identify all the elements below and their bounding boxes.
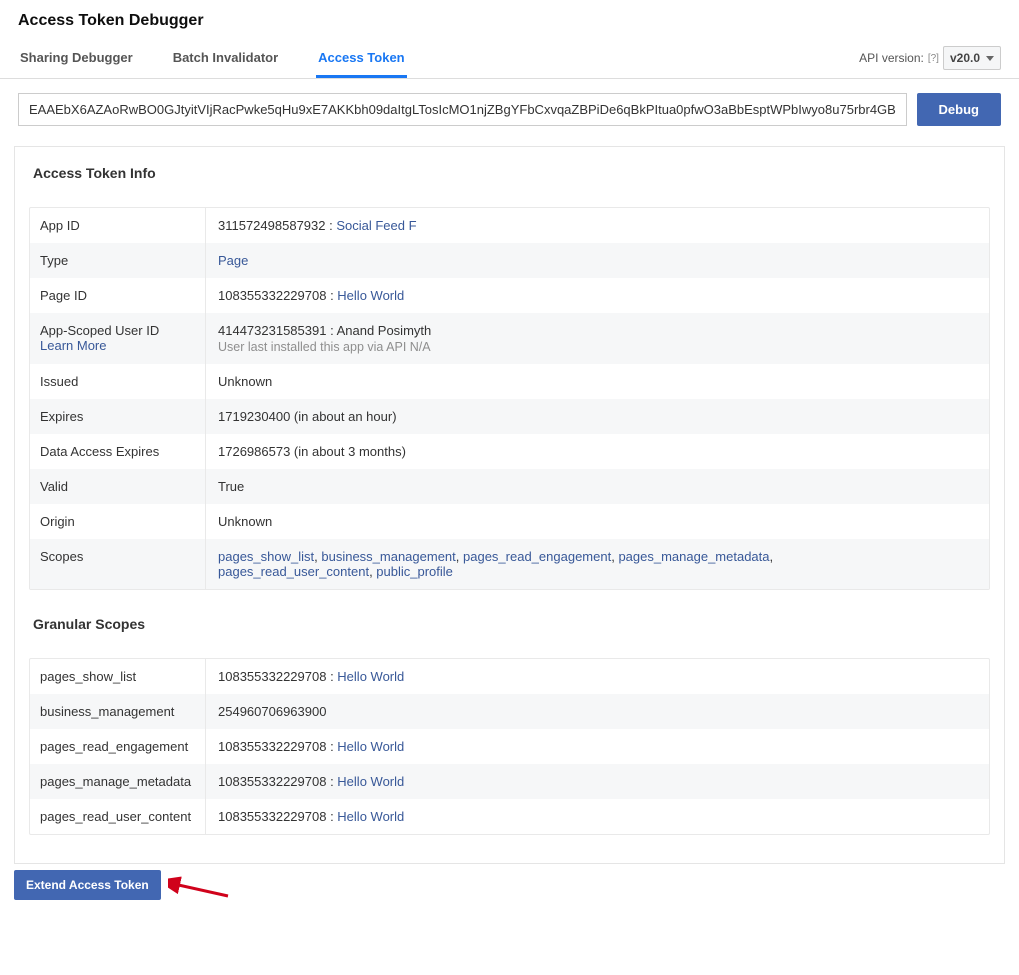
access-token-info-table: App ID 311572498587932 : Social Feed F T…	[29, 207, 990, 590]
granular-scope-value: 108355332229708 : Hello World	[206, 659, 989, 694]
label-app-id: App ID	[30, 208, 206, 243]
label-expires: Expires	[30, 399, 206, 434]
scope-link[interactable]: pages_read_engagement	[463, 549, 611, 564]
granular-scope-value: 108355332229708 : Hello World	[206, 764, 989, 799]
learn-more-link[interactable]: Learn More	[40, 338, 106, 353]
tab-batch-invalidator[interactable]: Batch Invalidator	[171, 38, 280, 78]
api-version-area: API version: [?] v20.0	[859, 46, 1001, 78]
app-name-link[interactable]: Social Feed F	[336, 218, 416, 233]
section-title-granular-scopes: Granular Scopes	[29, 612, 990, 658]
access-token-input[interactable]	[18, 93, 907, 126]
row-page-id: Page ID 108355332229708 : Hello World	[30, 278, 989, 313]
tab-sharing-debugger[interactable]: Sharing Debugger	[18, 38, 135, 78]
granular-scope-label: pages_read_engagement	[30, 729, 206, 764]
row-valid: Valid True	[30, 469, 989, 504]
token-input-row: Debug	[0, 79, 1019, 140]
row-expires: Expires 1719230400 (in about an hour)	[30, 399, 989, 434]
label-type: Type	[30, 243, 206, 278]
label-origin: Origin	[30, 504, 206, 539]
value-user-id: 414473231585391 : Anand Posimyth User la…	[206, 313, 989, 364]
extend-token-row: Extend Access Token	[0, 870, 1019, 918]
user-id-number: 414473231585391	[218, 323, 326, 338]
value-issued: Unknown	[206, 364, 989, 399]
granular-row: pages_read_engagement108355332229708 : H…	[30, 729, 989, 764]
granular-scope-label: pages_manage_metadata	[30, 764, 206, 799]
label-scopes: Scopes	[30, 539, 206, 589]
granular-link[interactable]: Hello World	[337, 669, 404, 684]
granular-scope-value: 254960706963900	[206, 694, 989, 729]
value-page-id: 108355332229708 : Hello World	[206, 278, 989, 313]
extend-access-token-button[interactable]: Extend Access Token	[14, 870, 161, 900]
row-issued: Issued Unknown	[30, 364, 989, 399]
page-id-number: 108355332229708	[218, 288, 326, 303]
value-data-access-expires: 1726986573 (in about 3 months)	[206, 434, 989, 469]
api-version-label: API version:	[859, 51, 924, 65]
user-name: Anand Posimyth	[337, 323, 432, 338]
label-user-id-text: App-Scoped User ID	[40, 323, 159, 338]
granular-link[interactable]: Hello World	[337, 739, 404, 754]
granular-scopes-table: pages_show_list108355332229708 : Hello W…	[29, 658, 990, 835]
granular-id: 254960706963900	[218, 704, 326, 719]
label-page-id: Page ID	[30, 278, 206, 313]
chevron-down-icon	[986, 56, 994, 61]
row-user-id: App-Scoped User ID Learn More 4144732315…	[30, 313, 989, 364]
page-name-link[interactable]: Hello World	[337, 288, 404, 303]
granular-scope-value: 108355332229708 : Hello World	[206, 729, 989, 764]
api-version-value: v20.0	[950, 51, 980, 65]
results-panel: Access Token Info App ID 311572498587932…	[14, 146, 1005, 864]
granular-scope-label: business_management	[30, 694, 206, 729]
value-app-id: 311572498587932 : Social Feed F	[206, 208, 989, 243]
tabs: Sharing Debugger Batch Invalidator Acces…	[18, 38, 407, 78]
type-link[interactable]: Page	[218, 253, 248, 268]
annotation-arrow-icon	[168, 876, 238, 902]
row-data-access-expires: Data Access Expires 1726986573 (in about…	[30, 434, 989, 469]
granular-row: business_management 254960706963900	[30, 694, 989, 729]
granular-id: 108355332229708	[218, 809, 326, 824]
granular-row: pages_manage_metadata108355332229708 : H…	[30, 764, 989, 799]
api-version-select[interactable]: v20.0	[943, 46, 1001, 70]
value-type: Page	[206, 243, 989, 278]
granular-scope-label: pages_read_user_content	[30, 799, 206, 834]
granular-link[interactable]: Hello World	[337, 809, 404, 824]
granular-scope-value: 108355332229708 : Hello World	[206, 799, 989, 834]
section-title-access-token-info: Access Token Info	[29, 161, 990, 207]
app-id-number: 311572498587932	[218, 218, 326, 233]
row-origin: Origin Unknown	[30, 504, 989, 539]
label-data-access-expires: Data Access Expires	[30, 434, 206, 469]
label-user-id: App-Scoped User ID Learn More	[30, 313, 206, 364]
user-install-note: User last installed this app via API N/A	[218, 340, 977, 354]
granular-link[interactable]: Hello World	[337, 774, 404, 789]
row-type: Type Page	[30, 243, 989, 278]
scope-link[interactable]: pages_show_list	[218, 549, 314, 564]
scope-link[interactable]: pages_read_user_content	[218, 564, 369, 579]
scope-link[interactable]: pages_manage_metadata	[618, 549, 769, 564]
value-valid: True	[206, 469, 989, 504]
row-app-id: App ID 311572498587932 : Social Feed F	[30, 208, 989, 243]
page-title: Access Token Debugger	[0, 0, 1019, 38]
granular-id: 108355332229708	[218, 669, 326, 684]
value-scopes: pages_show_list, business_management, pa…	[206, 539, 989, 589]
debug-button[interactable]: Debug	[917, 93, 1001, 126]
granular-id: 108355332229708	[218, 739, 326, 754]
row-scopes: Scopes pages_show_list, business_managem…	[30, 539, 989, 589]
scope-link[interactable]: public_profile	[376, 564, 453, 579]
tab-bar: Sharing Debugger Batch Invalidator Acces…	[0, 38, 1019, 79]
label-valid: Valid	[30, 469, 206, 504]
help-icon[interactable]: [?]	[928, 53, 939, 64]
scope-link[interactable]: business_management	[321, 549, 455, 564]
granular-scope-label: pages_show_list	[30, 659, 206, 694]
granular-id: 108355332229708	[218, 774, 326, 789]
granular-row: pages_show_list108355332229708 : Hello W…	[30, 659, 989, 694]
tab-access-token[interactable]: Access Token	[316, 38, 406, 78]
label-issued: Issued	[30, 364, 206, 399]
value-expires: 1719230400 (in about an hour)	[206, 399, 989, 434]
granular-row: pages_read_user_content108355332229708 :…	[30, 799, 989, 834]
value-origin: Unknown	[206, 504, 989, 539]
